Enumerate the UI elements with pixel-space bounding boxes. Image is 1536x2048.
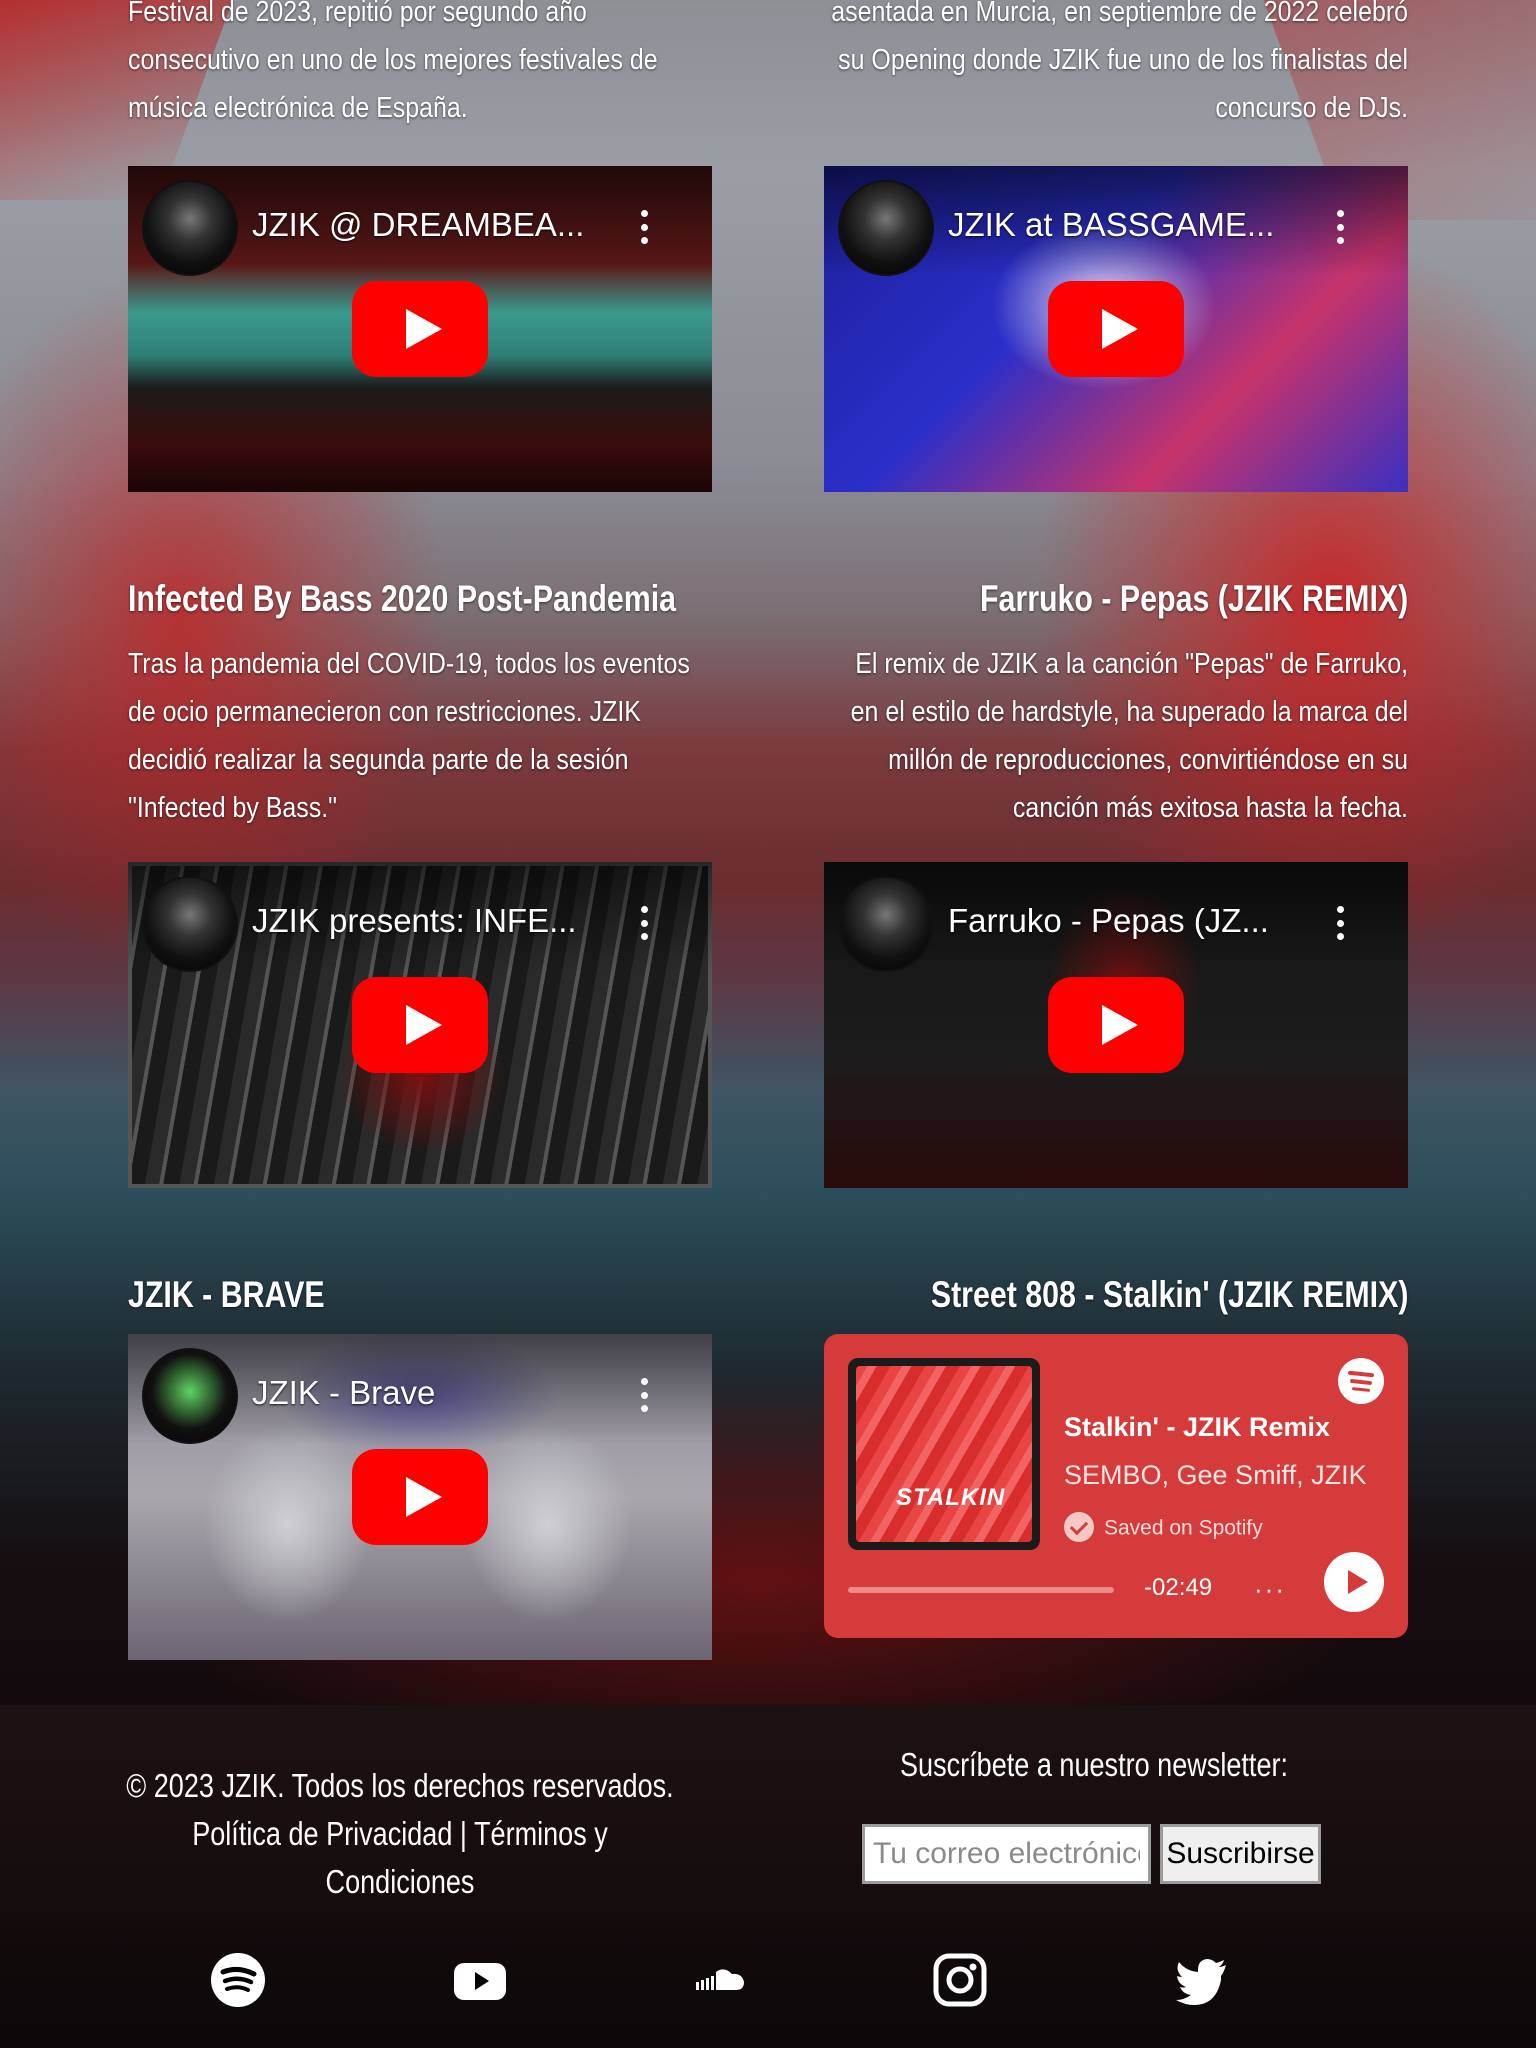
spotify-icon[interactable] <box>208 1950 268 2010</box>
play-button[interactable] <box>1048 977 1184 1073</box>
stalkin-heading: Street 808 - Stalkin' (JZIK REMIX) <box>930 1274 1408 1315</box>
video-title[interactable]: JZIK @ DREAMBEA... <box>252 206 584 244</box>
more-options-icon[interactable] <box>640 210 648 244</box>
play-button[interactable] <box>352 281 488 377</box>
brave-heading: JZIK - BRAVE <box>128 1274 325 1315</box>
check-icon <box>1064 1512 1094 1542</box>
play-button[interactable] <box>1324 1552 1384 1612</box>
video-embed-brave[interactable]: JZIK - Brave <box>128 1334 712 1660</box>
spotify-player[interactable]: STALKIN Stalkin' - JZIK Remix SEMBO, Gee… <box>824 1334 1408 1638</box>
saved-label: Saved on Spotify <box>1104 1516 1263 1540</box>
play-button[interactable] <box>1048 281 1184 377</box>
more-options-icon[interactable] <box>1336 906 1344 940</box>
page-content: Festival de 2023, repitió por segundo añ… <box>0 0 1536 2048</box>
more-options-icon[interactable] <box>1336 210 1344 244</box>
more-options-icon[interactable] <box>640 1378 648 1412</box>
saved-status: Saved on Spotify <box>1064 1512 1263 1544</box>
album-cover-text: STALKIN <box>896 1484 1006 1511</box>
instagram-icon[interactable] <box>930 1950 990 2010</box>
subscribe-button[interactable]: Suscribirse <box>1160 1824 1321 1884</box>
track-title[interactable]: Stalkin' - JZIK Remix <box>1064 1412 1330 1443</box>
album-art: STALKIN <box>856 1366 1032 1542</box>
spotify-icon[interactable] <box>1338 1358 1384 1404</box>
email-field[interactable] <box>862 1824 1151 1884</box>
copyright-text: © 2023 JZIK. Todos los derechos reservad… <box>121 1762 679 1906</box>
album-cover[interactable]: STALKIN <box>848 1358 1040 1550</box>
soundcloud-icon[interactable] <box>690 1950 750 2010</box>
video-embed-infected[interactable]: JZIK presents: INFE... <box>128 862 712 1188</box>
farruko-description: El remix de JZIK a la canción "Pepas" de… <box>850 648 1408 824</box>
video-embed-bassgame[interactable]: JZIK at BASSGAME... <box>824 166 1408 492</box>
youtube-icon[interactable] <box>450 1950 510 2010</box>
play-button[interactable] <box>352 977 488 1073</box>
bassgame-description: asentada en Murcia, en septiembre de 202… <box>831 0 1408 124</box>
twitter-icon[interactable] <box>1172 1950 1232 2010</box>
track-artists[interactable]: SEMBO, Gee Smiff, JZIK <box>1064 1460 1367 1491</box>
video-title[interactable]: JZIK presents: INFE... <box>252 902 577 940</box>
video-title[interactable]: JZIK - Brave <box>252 1374 435 1412</box>
more-options-icon[interactable]: ··· <box>1254 1574 1286 1605</box>
infected-heading: Infected By Bass 2020 Post-Pandemia <box>128 578 677 619</box>
legal-links[interactable]: Política de Privacidad | Términos y Cond… <box>121 1810 679 1906</box>
channel-avatar[interactable] <box>142 1348 238 1444</box>
video-title[interactable]: Farruko - Pepas (JZ... <box>948 902 1269 940</box>
play-button[interactable] <box>352 1449 488 1545</box>
copyright-line: © 2023 JZIK. Todos los derechos reservad… <box>126 1767 674 1804</box>
farruko-heading: Farruko - Pepas (JZIK REMIX) <box>979 578 1408 619</box>
more-options-icon[interactable] <box>640 906 648 940</box>
channel-avatar[interactable] <box>142 876 238 972</box>
channel-avatar[interactable] <box>838 876 934 972</box>
video-embed-farruko[interactable]: Farruko - Pepas (JZ... <box>824 862 1408 1188</box>
newsletter-label: Suscríbete a nuestro newsletter: <box>899 1746 1289 1783</box>
channel-avatar[interactable] <box>142 180 238 276</box>
infected-description: Tras la pandemia del COVID-19, todos los… <box>128 648 690 824</box>
video-embed-dreambeach[interactable]: JZIK @ DREAMBEA... <box>128 166 712 492</box>
progress-bar[interactable] <box>848 1587 1114 1593</box>
remaining-time: -02:49 <box>1144 1574 1213 1601</box>
channel-avatar[interactable] <box>838 180 934 276</box>
dreambeach-description: Festival de 2023, repitió por segundo añ… <box>128 0 658 124</box>
video-title[interactable]: JZIK at BASSGAME... <box>948 206 1274 244</box>
